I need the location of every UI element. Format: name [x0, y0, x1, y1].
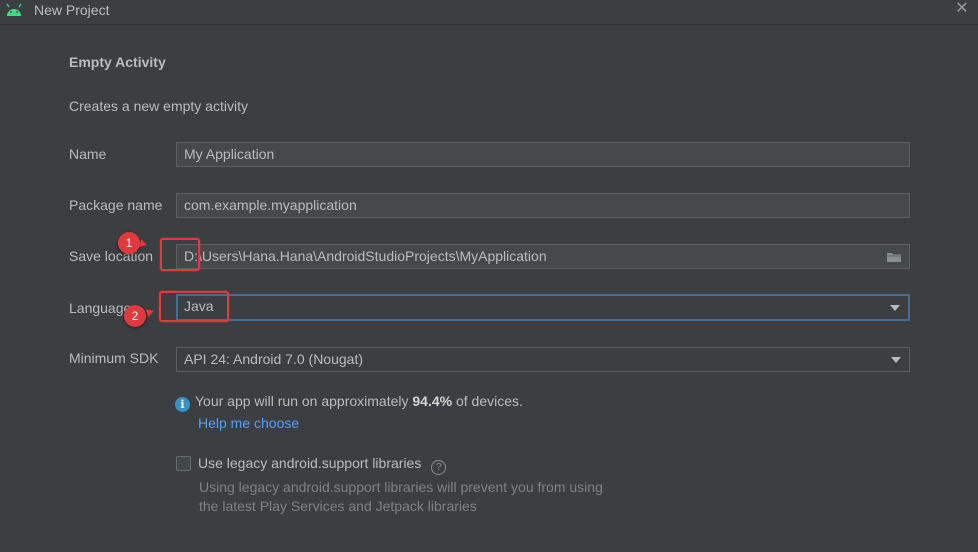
info-icon: i [175, 397, 190, 412]
template-heading: Empty Activity [69, 54, 166, 70]
save-location-field[interactable]: D:\Users\Hana.Hana\AndroidStudioProjects… [176, 244, 910, 269]
language-label: Language [69, 300, 132, 316]
template-description: Creates a new empty activity [69, 98, 248, 114]
minimum-sdk-dropdown[interactable]: API 24: Android 7.0 (Nougat) [176, 347, 910, 372]
new-project-dialog: Empty Activity Creates a new empty activ… [0, 25, 978, 552]
package-name-label: Package name [69, 197, 163, 213]
folder-icon[interactable] [886, 251, 902, 263]
annotation-box-2 [159, 291, 229, 322]
package-name-field[interactable]: com.example.myapplication [176, 193, 910, 218]
title-bar: New Project ✕ [0, 0, 978, 25]
name-label: Name [69, 146, 107, 162]
language-dropdown[interactable]: Java [176, 294, 910, 321]
info-text-before: Your app will run on approximately [195, 393, 413, 409]
help-icon[interactable]: ? [431, 460, 447, 475]
name-field[interactable]: My Application [176, 142, 910, 167]
device-coverage-info: i Your app will run on approximately 94.4… [175, 393, 523, 412]
minimum-sdk-value: API 24: Android 7.0 (Nougat) [184, 351, 363, 367]
legacy-libraries-label[interactable]: Use legacy android.support libraries [198, 455, 421, 471]
coverage-percent: 94.4% [412, 393, 453, 409]
chevron-down-icon [891, 357, 901, 363]
annotation-arrow-2 [145, 307, 156, 317]
help-me-choose-link[interactable]: Help me choose [198, 415, 299, 431]
chevron-down-icon [890, 305, 900, 311]
close-icon[interactable]: ✕ [954, 1, 970, 17]
annotation-badge-2: 2 [124, 305, 146, 327]
save-location-value: D:\Users\Hana.Hana\AndroidStudioProjects… [184, 248, 547, 264]
info-text-after: of devices. [452, 393, 523, 409]
legacy-libraries-row: Use legacy android.support libraries? [176, 455, 447, 475]
annotation-box-1 [160, 238, 200, 271]
annotation-badge-1: 1 [118, 232, 140, 254]
android-icon [6, 3, 22, 16]
save-location-label: Save location [69, 248, 154, 264]
window-title: New Project [34, 2, 110, 18]
legacy-hint-line-1: Using legacy android.support libraries w… [199, 479, 603, 495]
legacy-libraries-checkbox[interactable] [176, 456, 191, 471]
legacy-hint-line-2: the latest Play Services and Jetpack lib… [199, 498, 477, 514]
minimum-sdk-label: Minimum SDK [69, 350, 159, 366]
